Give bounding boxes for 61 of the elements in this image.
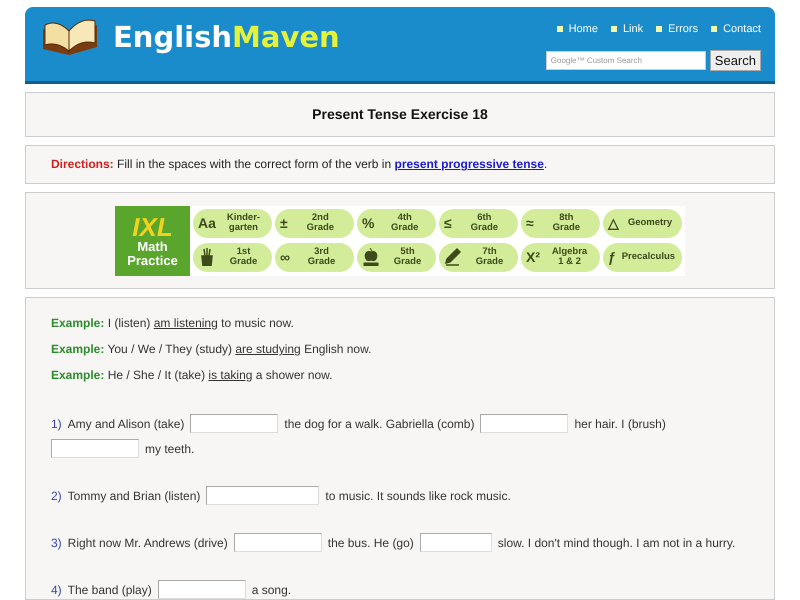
ad-subtitle: Math Practice	[126, 240, 179, 268]
question-text: Tommy and Brian (listen)	[68, 488, 200, 504]
grade-button[interactable]: △ Geometry	[603, 208, 682, 238]
answer-field[interactable]	[51, 439, 139, 458]
question-text: slow. I don't mind though. I am not in a hurry.	[498, 534, 736, 552]
nav-link[interactable]: Link	[610, 21, 644, 38]
math-symbol: △	[607, 214, 620, 233]
math-symbol: ≤	[443, 214, 453, 233]
tense-link[interactable]: present progressive tense	[394, 157, 544, 172]
search-button[interactable]: Search	[710, 50, 761, 70]
site-logo[interactable]: EnglishMaven	[113, 23, 340, 52]
ad-brand: IXL	[132, 214, 173, 240]
grade-button[interactable]: Aa Kinder-garten	[193, 208, 272, 238]
grade-button[interactable]: ≤ 6th Grade	[439, 208, 518, 238]
question-text: her hair. I (brush)	[574, 416, 666, 432]
directions-text: Directions: Fill in the spaces with the correct form of the verb in present progressive tense.	[51, 156, 548, 174]
nav-link[interactable]: Home	[556, 21, 598, 38]
math-symbol: X²	[525, 248, 541, 267]
grade-button[interactable]: X² Algebra 1 & 2	[521, 242, 600, 272]
question-text: a song.	[252, 582, 292, 598]
answer-field[interactable]	[234, 533, 322, 552]
nav-link[interactable]: Contact	[711, 21, 761, 38]
question-number: 3)	[51, 534, 62, 552]
question-text: my teeth.	[145, 440, 194, 458]
math-symbol: ƒ	[607, 248, 617, 267]
question-number: 4)	[51, 582, 62, 598]
math-symbol: ∞	[279, 248, 291, 267]
math-symbol: %	[361, 214, 376, 233]
example-sentence: Example: I (listen) am listening to music now.	[51, 315, 295, 332]
question-text: the bus. He (go)	[328, 534, 414, 552]
search-field[interactable]: Google™ Custom Search	[546, 50, 706, 70]
grade-button[interactable]: 5th Grade	[357, 242, 436, 272]
answer-field[interactable]	[420, 533, 492, 552]
apple-icon	[363, 248, 379, 266]
example-sentence: Example: He / She / It (take) is taking a shower now.	[51, 367, 334, 384]
question-text: the dog for a walk. Gabriella (comb)	[284, 416, 474, 432]
answer-field[interactable]	[190, 414, 278, 433]
answer-field[interactable]	[158, 580, 246, 599]
nav-link[interactable]: Errors	[656, 21, 698, 38]
grade-button[interactable]: 7th Grade	[439, 242, 518, 272]
question-number: 2)	[51, 488, 62, 504]
pencil-cup-icon	[200, 248, 214, 266]
grade-button[interactable]: ≈ 8th Grade	[521, 208, 600, 238]
grade-button[interactable]: ƒ Precalculus	[603, 242, 682, 272]
question-text: to music. It sounds like rock music.	[325, 488, 511, 504]
pencil-icon	[445, 248, 461, 266]
question-number: 1)	[51, 416, 62, 432]
answer-field[interactable]	[206, 486, 320, 505]
answer-field[interactable]	[480, 414, 568, 433]
grade-button[interactable]: % 4th Grade	[357, 208, 436, 238]
question-text: Amy and Alison (take)	[68, 416, 184, 432]
question-text: The band (play)	[68, 582, 152, 598]
grade-button[interactable]: ∞ 3rd Grade	[275, 242, 354, 272]
math-symbol: ≈	[525, 214, 535, 233]
grade-button[interactable]: 1st Grade	[193, 242, 272, 272]
grade-button[interactable]: ± 2nd Grade	[275, 208, 354, 238]
question-text: Right now Mr. Andrews (drive)	[68, 534, 228, 552]
page-title: Present Tense Exercise 18	[312, 104, 488, 124]
math-symbol: Aa	[197, 214, 217, 233]
math-symbol: ±	[279, 214, 289, 233]
example-sentence: Example: You / We / They (study) are studying English now.	[51, 341, 372, 358]
